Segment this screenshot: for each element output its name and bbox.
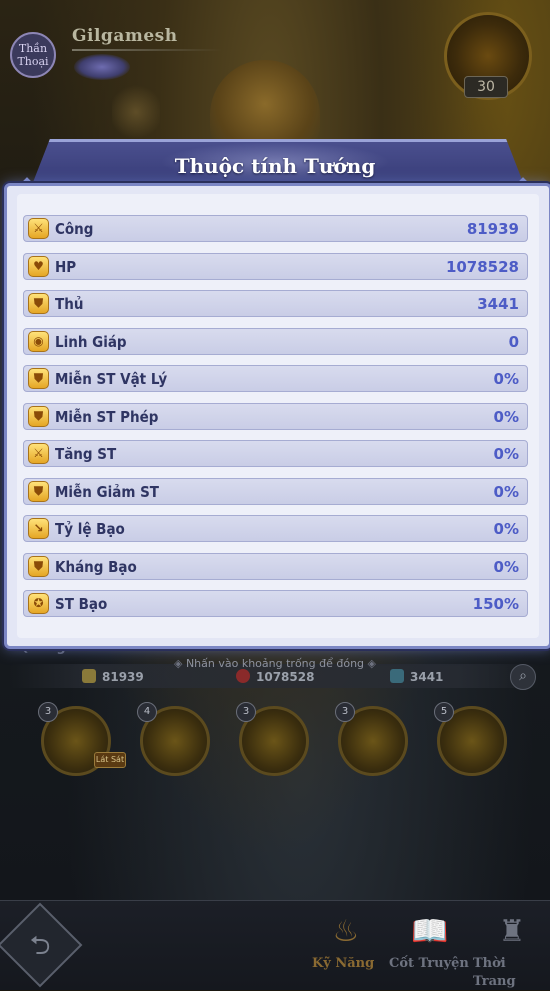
damage-boost-icon: ⚔ [28, 443, 49, 464]
rank-badge-label: Thần Thoại [17, 42, 49, 68]
hero-name: Gilgamesh [72, 26, 178, 46]
skill-2-level: 4 [137, 702, 157, 722]
hero-level: 30 [464, 76, 508, 98]
wing-emblem-icon [74, 54, 130, 80]
stat-row: ♥ HP 1078528 [23, 252, 528, 280]
sword-icon: ⚔ [28, 218, 49, 239]
modal-title: Thuộc tính Tướng [174, 154, 376, 178]
stat-label: Thủ [55, 295, 84, 313]
skill-3-level: 3 [236, 702, 256, 722]
skills-nav-icon[interactable]: ♨ [318, 908, 374, 956]
stat-value: 150% [472, 595, 519, 613]
stat-label: Miễn ST Phép [55, 407, 159, 426]
stat-value: 0% [493, 445, 519, 463]
stat-row: ⛊ Thủ 3441 [23, 290, 528, 317]
skill-5-level: 5 [434, 702, 454, 722]
stat-value: 3441 [477, 295, 519, 313]
book-icon[interactable]: 📖 [402, 908, 458, 956]
stat-label: Tỷ lệ Bạo [55, 520, 125, 538]
stat-row: ✪ ST Bạo 150% [23, 590, 528, 617]
stat-label: Miễn Giảm ST [55, 482, 159, 501]
skill-1-level: 3 [38, 702, 58, 722]
stat-value: 0% [493, 370, 519, 388]
stat-label: Miễn ST Vật Lý [55, 370, 168, 388]
stat-label: Tăng ST [55, 445, 117, 463]
stat-label: ST Bạo [55, 595, 108, 613]
bottom-nav [0, 900, 550, 990]
fashion-icon[interactable]: ♜ [484, 908, 540, 956]
stat-row: ◉ Linh Giáp 0 [23, 327, 528, 355]
shield-icon: ⛊ [28, 293, 49, 314]
stat-value: 1078528 [445, 257, 519, 276]
stat-row: ↘ Tỷ lệ Bạo 0% [23, 515, 528, 542]
summary-attack-value: 81939 [102, 670, 144, 684]
spirit-armor-icon: ◉ [28, 330, 49, 352]
stat-value: 0% [493, 407, 519, 426]
stat-value: 0 [508, 332, 519, 351]
stat-row: ⛊ Kháng Bạo 0% [23, 552, 528, 580]
nav-skills[interactable]: Kỹ Năng [312, 955, 374, 973]
stat-value: 0% [493, 520, 519, 538]
stat-label: HP [55, 257, 77, 276]
physical-resist-icon: ⛊ [28, 368, 49, 389]
summary-hp-value: 1078528 [256, 670, 315, 684]
stat-row: ⛊ Miễn Giảm ST 0% [23, 477, 528, 505]
stat-value: 0% [493, 482, 519, 501]
summary-attack: 81939 [82, 668, 144, 686]
crit-rate-icon: ↘ [28, 518, 49, 539]
damage-reduction-icon: ⛊ [28, 480, 49, 502]
stat-label: Kháng Bạo [55, 557, 137, 576]
summary-hp: 1078528 [236, 668, 314, 686]
stat-row: ⚔ Công 81939 [23, 215, 528, 242]
rank-badge: Thần Thoại [10, 32, 56, 78]
hint-left-mark-icon: ◈ [173, 657, 186, 670]
stat-row: ⛊ Miễn ST Phép 0% [23, 402, 528, 430]
magic-resist-icon: ⛊ [28, 405, 49, 427]
back-arrow-icon: ⮌ [29, 931, 51, 961]
nav-story[interactable]: Cốt Truyện [389, 955, 469, 973]
skill-1-tag: Lát Sát [94, 752, 126, 768]
crit-resist-icon: ⛊ [28, 555, 49, 577]
nav-fashion[interactable]: Thời Trang [473, 955, 550, 989]
heart-icon: ♥ [28, 255, 49, 277]
hint-right-mark-icon: ◈ [364, 657, 377, 670]
zoom-button[interactable]: ⌕ [510, 664, 536, 690]
heart-icon [236, 669, 250, 683]
stat-value: 0% [493, 557, 519, 576]
stat-row: ⚔ Tăng ST 0% [23, 440, 528, 467]
stat-value: 81939 [466, 220, 519, 238]
shield-icon [390, 669, 404, 683]
summary-defense-value: 3441 [410, 670, 444, 684]
crit-damage-icon: ✪ [28, 593, 49, 614]
stat-label: Linh Giáp [55, 332, 127, 351]
skill-4-level: 3 [335, 702, 355, 722]
sword-icon [82, 669, 96, 683]
name-divider [72, 49, 222, 51]
stat-label: Công [55, 220, 94, 238]
hero-hand-art [112, 82, 160, 142]
stat-row: ⛊ Miễn ST Vật Lý 0% [23, 365, 528, 392]
magnifier-icon: ⌕ [519, 668, 527, 684]
summary-defense: 3441 [390, 668, 443, 686]
